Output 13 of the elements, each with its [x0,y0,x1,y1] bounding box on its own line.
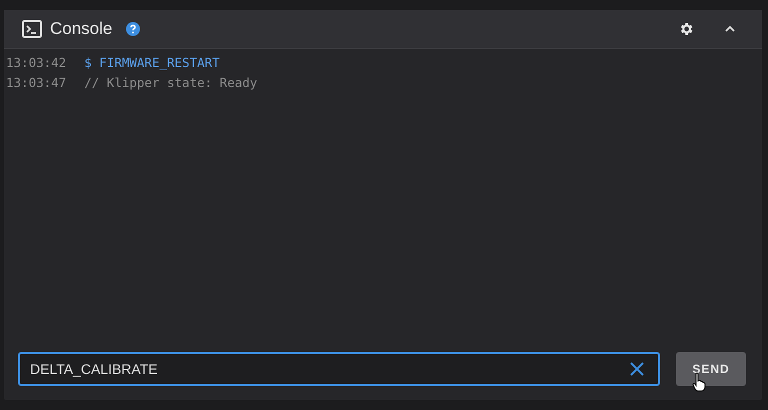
log-time: 13:03:47 [6,74,66,92]
send-button[interactable]: SEND [676,352,746,386]
help-icon[interactable] [126,22,140,36]
log-time: 13:03:42 [6,54,66,72]
clear-icon[interactable] [630,362,644,376]
terminal-icon [22,20,42,38]
hand-cursor-icon [692,372,706,392]
chevron-icon[interactable] [724,25,736,33]
settings-icon[interactable] [678,21,694,37]
log-message: // Klipper state: Ready [84,74,258,92]
log-message: $ FIRMWARE_RESTART [84,54,220,72]
panel-title: Console [50,19,112,39]
command-input-field[interactable]: DELTA_CALIBRATE [18,352,660,386]
